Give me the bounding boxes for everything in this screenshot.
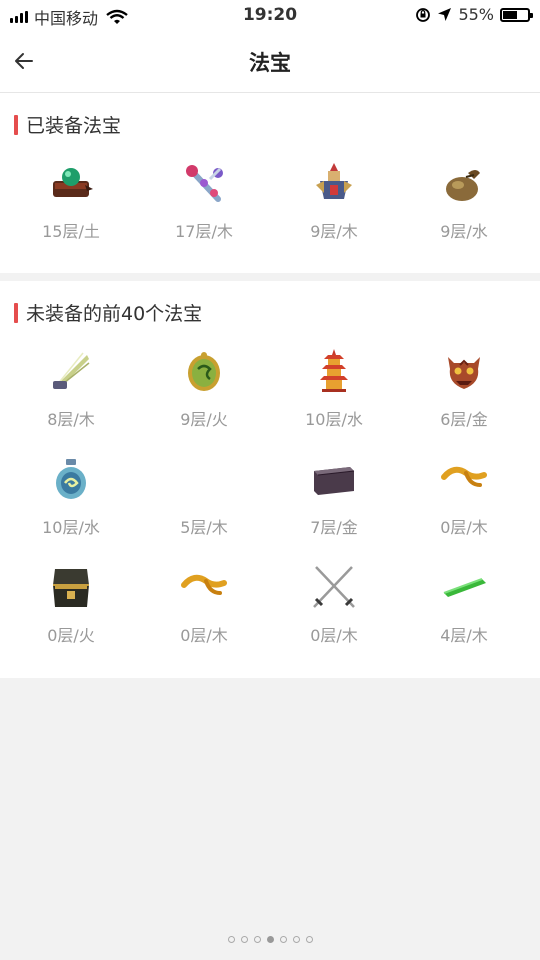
treasure-pouch-icon (446, 170, 480, 201)
treasure-item[interactable]: 0层/火 (7, 563, 135, 663)
treasure-item[interactable]: 0层/木 (400, 455, 528, 555)
treasure-label: 9层/火 (180, 410, 228, 429)
gourd-vase-icon (56, 459, 86, 499)
pagoda-tower-icon (320, 349, 348, 392)
golden-ribbon-icon (181, 574, 227, 595)
section-accent-bar (14, 302, 18, 323)
equipped-header: 已装备法宝 (14, 111, 121, 138)
treasure-item[interactable]: 17层/木 (140, 159, 268, 259)
treasure-label: 0层/木 (440, 518, 488, 537)
page-dot[interactable] (227, 936, 235, 943)
page-indicator (0, 936, 540, 943)
location-icon (438, 8, 452, 21)
treasure-label: 17层/木 (175, 222, 233, 241)
treasure-label: 5层/木 (180, 518, 228, 537)
rotation-lock-icon (416, 7, 431, 22)
crossed-swords-icon (313, 566, 355, 608)
treasure-label: 0层/木 (180, 626, 228, 645)
treasure-item[interactable]: 9层/水 (400, 159, 528, 259)
treasure-item[interactable]: 10层/水 (270, 347, 398, 447)
jeweled-scepter-icon (186, 165, 223, 202)
treasure-label: 10层/水 (42, 518, 100, 537)
page-dot[interactable] (253, 936, 261, 943)
treasure-label: 4层/木 (440, 626, 488, 645)
green-gem-chest-icon (53, 168, 93, 197)
status-right: 55% (415, 5, 533, 24)
treasure-item[interactable]: 9层/木 (270, 159, 398, 259)
green-bamboo-icon (443, 578, 486, 597)
jade-token-icon (188, 352, 220, 391)
page-dot[interactable] (240, 936, 248, 943)
open-chest-icon (53, 569, 89, 607)
status-bar: 中国移动 19:20 55% (0, 0, 540, 30)
treasure-item[interactable]: 9层/火 (140, 347, 268, 447)
nav-bar: 法宝 (0, 30, 540, 93)
page-dot[interactable] (305, 936, 313, 943)
warrior-figurine-icon (316, 163, 352, 199)
treasure-label: 7层/金 (310, 518, 358, 537)
unequipped-section: 未装备的前40个法宝 8层/木 9层/火 10层/水 6层/金 10层/水 5层… (0, 281, 540, 678)
treasure-label: 15层/土 (42, 222, 100, 241)
unequipped-title: 未装备的前40个法宝 (26, 303, 203, 325)
treasure-label: 9层/木 (310, 222, 358, 241)
demon-mask-icon (448, 357, 480, 389)
page-dot[interactable] (279, 936, 287, 943)
treasure-item[interactable]: 10层/水 (7, 455, 135, 555)
treasure-label: 8层/木 (47, 410, 95, 429)
treasure-label: 0层/木 (310, 626, 358, 645)
unequipped-header: 未装备的前40个法宝 (14, 299, 202, 326)
page-title: 法宝 (249, 51, 291, 75)
page-dot-active[interactable] (266, 936, 274, 943)
dark-box-icon (314, 467, 355, 495)
battery-icon (500, 7, 533, 22)
treasure-item[interactable]: 0层/木 (270, 563, 398, 663)
equipped-section: 已装备法宝 15层/土 17层/木 9层/木 9层/水 (0, 93, 540, 273)
treasure-label: 10层/水 (305, 410, 363, 429)
treasure-item[interactable]: 15层/土 (7, 159, 135, 259)
battery-percent: 55% (458, 5, 494, 24)
page-dot[interactable] (292, 936, 300, 943)
treasure-label: 0层/火 (47, 626, 95, 645)
treasure-item[interactable]: 4层/木 (400, 563, 528, 663)
golden-ribbon-icon (441, 466, 487, 487)
treasure-item[interactable]: 0层/木 (140, 563, 268, 663)
section-accent-bar (14, 114, 18, 135)
treasure-label: 6层/金 (440, 410, 488, 429)
treasure-item[interactable]: 5层/木 (140, 455, 268, 555)
treasure-item[interactable]: 8层/木 (7, 347, 135, 447)
feather-fan-icon (53, 352, 90, 389)
treasure-label: 9层/水 (440, 222, 488, 241)
equipped-title: 已装备法宝 (26, 115, 122, 137)
treasure-item[interactable]: 6层/金 (400, 347, 528, 447)
treasure-item[interactable]: 7层/金 (270, 455, 398, 555)
